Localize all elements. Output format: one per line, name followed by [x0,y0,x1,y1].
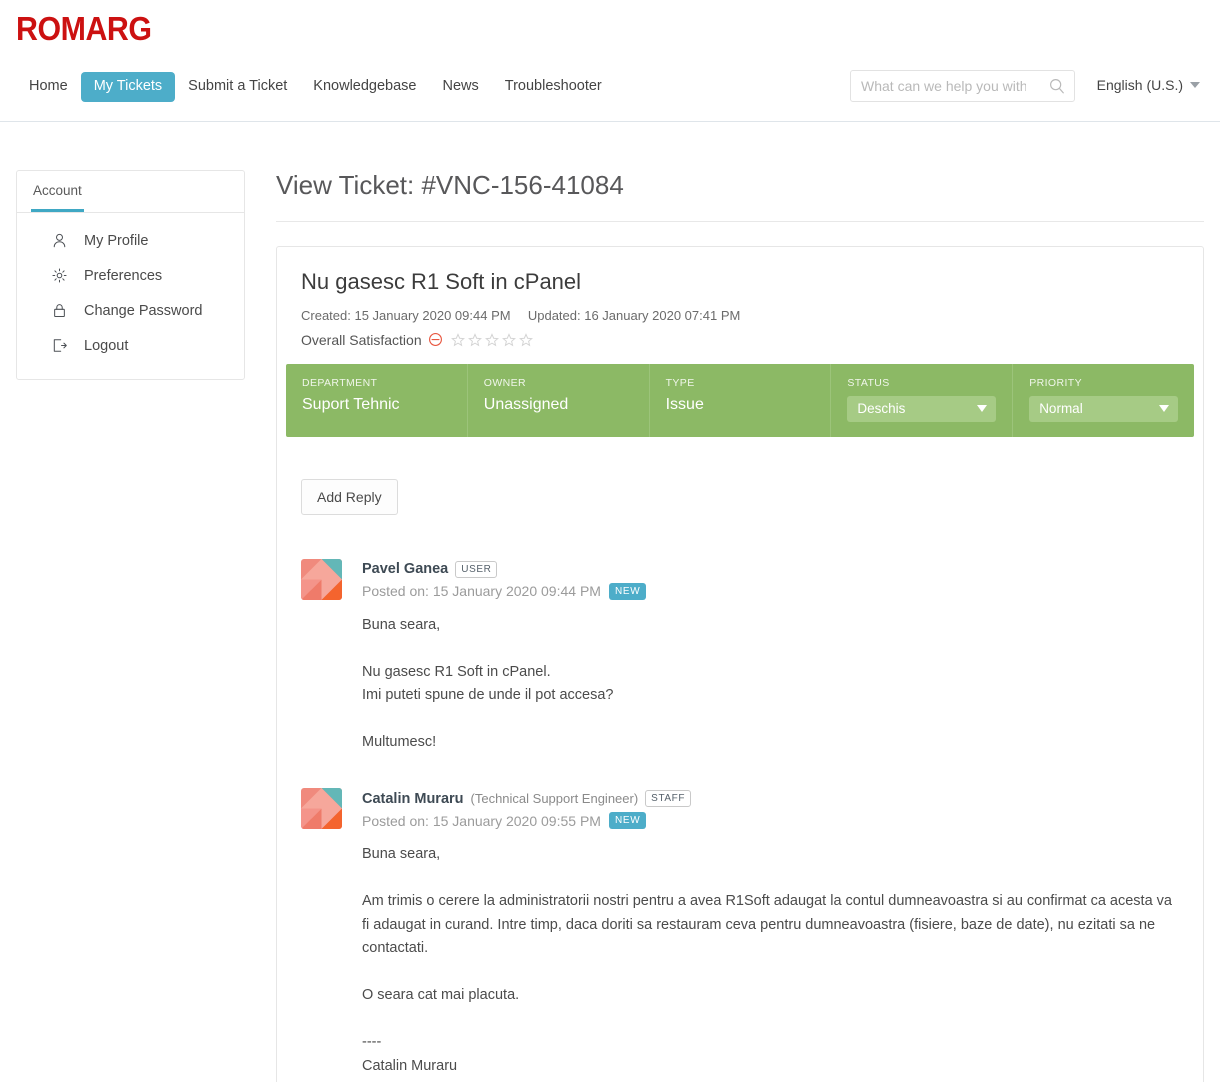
ticket-info-bar: DEPARTMENT Suport Tehnic OWNER Unassigne… [286,363,1194,437]
status-dropdown[interactable]: Deschis [847,395,997,422]
info-cell-priority: PRIORITY Normal [1013,364,1194,437]
chevron-down-icon [1158,405,1169,413]
ticket-header: Nu gasesc R1 Soft in cPanel Created: 15 … [277,247,1203,347]
post-item: Pavel Ganea USER Posted on: 15 January 2… [301,558,1179,755]
sidebar-item-my-profile[interactable]: My Profile [17,223,244,258]
search-input[interactable] [851,71,1036,101]
post-text: Buna seara, Nu gasesc R1 Soft in cPanel.… [362,616,614,750]
reply-area: Add Reply [277,437,1203,515]
site-header: ROMARG Home My Tickets Submit a Ticket K… [0,0,1220,122]
site-logo[interactable]: ROMARG [16,10,152,48]
post-author-name: Catalin Muraru [362,790,464,807]
avatar [301,558,342,600]
info-label: STATUS [847,376,890,389]
avatar [301,788,342,830]
nav-item-home[interactable]: Home [16,72,81,102]
post-item: Catalin Muraru (Technical Support Engine… [301,788,1179,1082]
user-icon [51,232,68,249]
info-label: OWNER [483,376,527,389]
tab-account[interactable]: Account [31,171,84,212]
info-cell-type: TYPE Issue [650,363,832,437]
post-new-badge: NEW [608,812,647,830]
info-label: PRIORITY [1029,376,1082,389]
post-body: Catalin Muraru (Technical Support Engine… [362,788,1179,1082]
status-value: Deschis [857,401,906,417]
main-content: View Ticket: #VNC-156-41084 Nu gasesc R1… [276,170,1204,1082]
search-box[interactable] [850,70,1075,102]
post-author-role: (Technical Support Engineer) [470,791,639,807]
sidebar-item-label: My Profile [84,232,149,249]
info-value-department: Suport Tehnic [302,395,400,413]
account-sidebar: Account My Profile Preferences Change Pa… [16,170,245,380]
sidebar-item-label: Preferences [84,267,163,284]
nav-item-news[interactable]: News [430,72,492,102]
satisfaction-label: Overall Satisfaction [301,331,422,348]
gear-icon [51,267,68,284]
post-date-line: Posted on: 15 January 2020 09:55 PM NEW [362,812,1179,830]
ticket-subject: Nu gasesc R1 Soft in cPanel [301,269,582,295]
overall-satisfaction: Overall Satisfaction [301,332,1179,348]
info-cell-owner: OWNER Unassigned [468,363,650,437]
info-label: DEPARTMENT [302,376,378,389]
priority-dropdown[interactable]: Normal [1029,395,1178,422]
ticket-posts: Pavel Ganea USER Posted on: 15 January 2… [277,515,1203,1082]
post-role-badge: STAFF [645,790,692,808]
info-value-type: Issue [665,395,704,413]
nav-item-knowledgebase[interactable]: Knowledgebase [300,72,429,102]
add-reply-button[interactable]: Add Reply [301,478,398,515]
ticket-created-date: Created: 15 January 2020 09:44 PM [301,307,511,323]
sidebar-item-preferences[interactable]: Preferences [17,258,244,293]
satisfaction-stars[interactable] [450,332,533,347]
search-icon[interactable] [1048,77,1066,95]
post-author-name: Pavel Ganea [362,561,449,578]
sidebar-item-label: Logout [84,337,129,354]
sidebar-menu: My Profile Preferences Change Password L… [17,213,244,379]
post-author-line: Pavel Ganea USER [362,560,1179,578]
ban-icon[interactable] [428,332,443,347]
post-date-line: Posted on: 15 January 2020 09:44 PM NEW [362,582,1179,600]
info-value-owner: Unassigned [483,395,569,413]
language-selector[interactable]: English (U.S.) [1097,77,1200,93]
language-label: English (U.S.) [1096,77,1183,93]
priority-value: Normal [1039,401,1083,417]
ticket-updated-date: Updated: 16 January 2020 07:41 PM [527,307,741,323]
logout-icon [51,337,68,354]
post-posted-on: Posted on: 15 January 2020 09:44 PM [362,583,601,600]
star-icon[interactable] [518,332,533,347]
ticket-card: Nu gasesc R1 Soft in cPanel Created: 15 … [276,246,1204,1082]
nav-item-my-tickets[interactable]: My Tickets [80,72,176,102]
nav-item-troubleshooter[interactable]: Troubleshooter [492,72,615,102]
post-body: Pavel Ganea USER Posted on: 15 January 2… [362,559,1179,755]
page-title: View Ticket: #VNC-156-41084 [276,170,1204,223]
star-icon[interactable] [450,332,465,347]
star-icon[interactable] [501,332,516,347]
nav-item-submit-a-ticket[interactable]: Submit a Ticket [175,72,300,102]
sidebar-item-label: Change Password [84,302,203,319]
primary-nav: Home My Tickets Submit a Ticket Knowledg… [16,72,615,102]
info-label: TYPE [665,376,695,389]
sidebar-item-change-password[interactable]: Change Password [17,293,244,328]
chevron-down-icon [1190,82,1200,88]
post-new-badge: NEW [608,582,647,600]
post-text: Buna seara, Am trimis o cerere la admini… [362,846,1172,1082]
lock-icon [51,302,68,319]
post-author-line: Catalin Muraru (Technical Support Engine… [362,790,1179,808]
ticket-dates: Created: 15 January 2020 09:44 PM Update… [301,308,1179,323]
info-cell-department: DEPARTMENT Suport Tehnic [286,363,468,437]
sidebar-tabbar: Account [17,171,244,213]
info-cell-status: STATUS Deschis [831,363,1014,437]
post-role-badge: USER [455,560,498,578]
star-icon[interactable] [467,332,482,347]
chevron-down-icon [977,405,988,413]
sidebar-item-logout[interactable]: Logout [17,328,244,363]
star-icon[interactable] [484,332,499,347]
post-posted-on: Posted on: 15 January 2020 09:55 PM [362,812,601,829]
